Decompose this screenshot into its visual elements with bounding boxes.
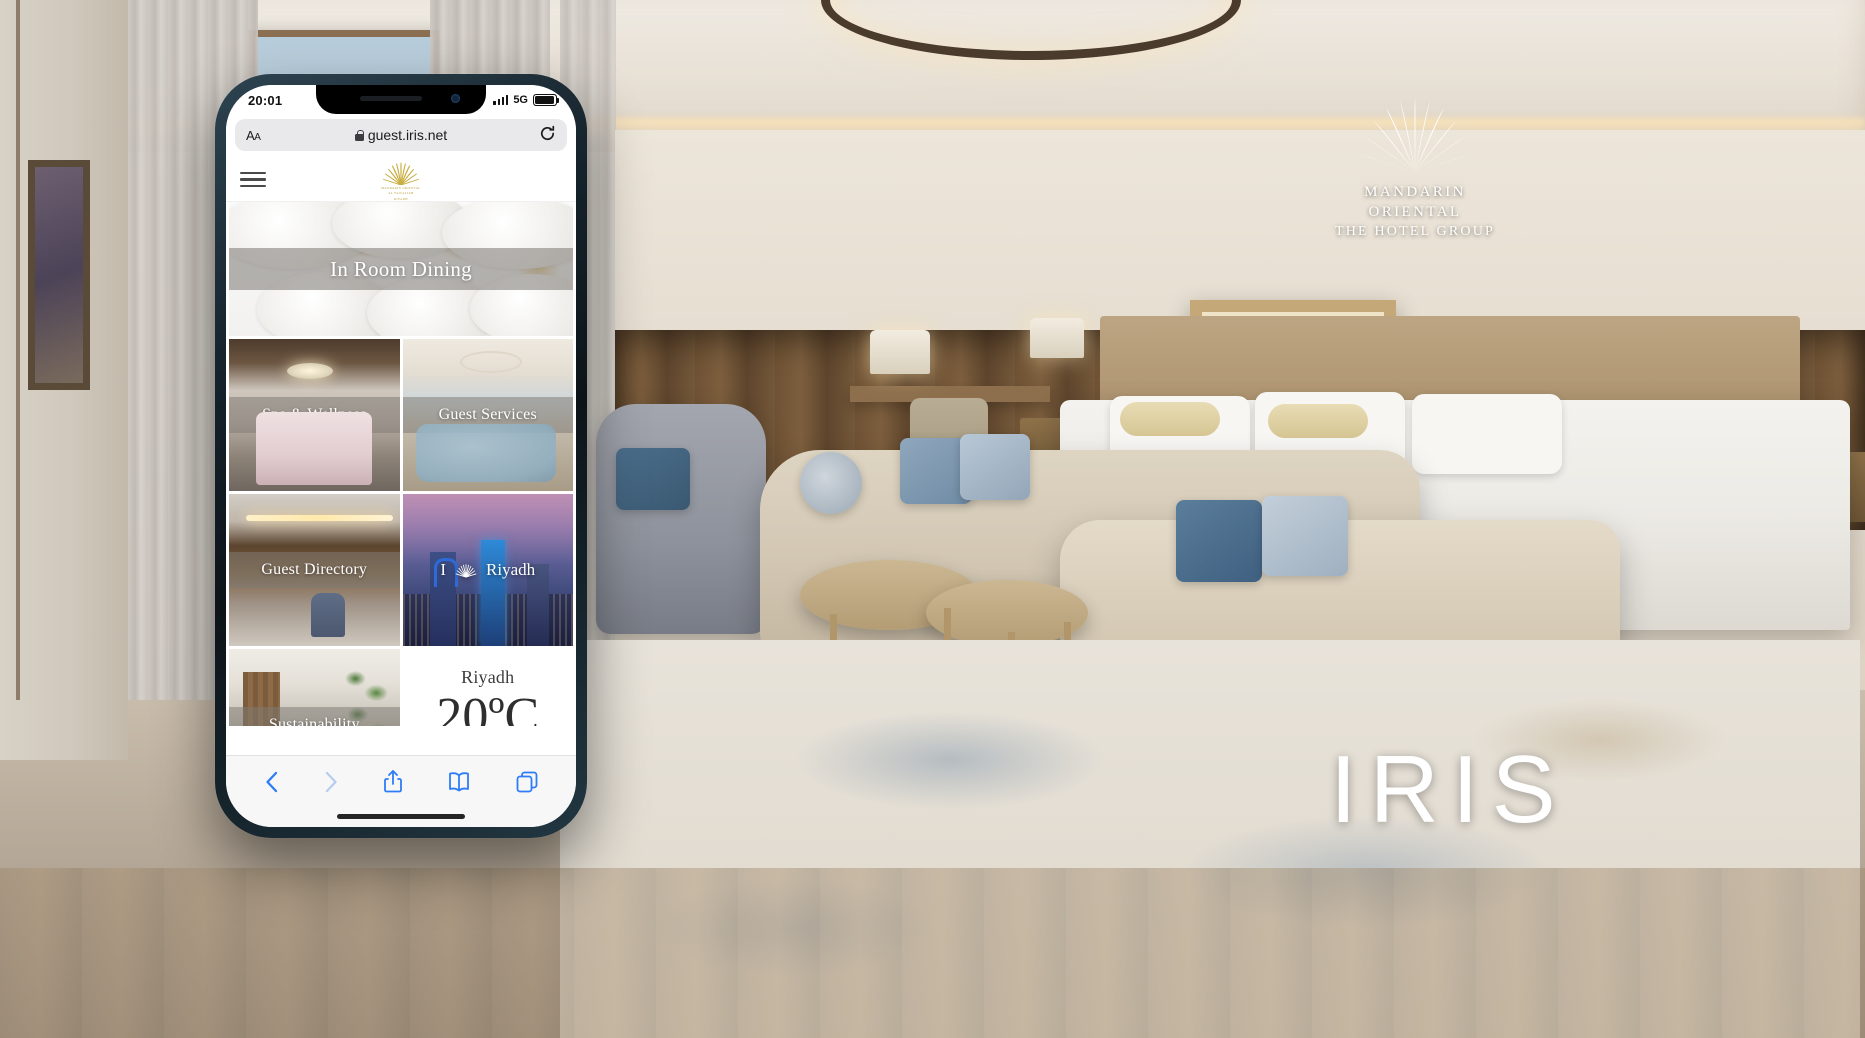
earpiece-speaker [360,96,422,101]
hamburger-menu-icon[interactable] [240,167,266,192]
lock-icon [354,129,364,141]
iris-logo: IRIS [1330,736,1569,843]
network-label: 5G [513,94,528,106]
ceiling-light-ring [820,0,1241,60]
tile-label-spa-wellness: Spa & Wellness [262,406,367,423]
bedside-lamp-left [1030,318,1084,358]
tile-label-guest-directory: Guest Directory [261,561,368,578]
safari-url-bar-container: AA guest.iris.net [226,115,576,158]
tile-grid: Spa & Wellness Guest Services Guest Dire… [226,339,576,726]
reload-icon[interactable] [539,125,556,146]
tile-label-in-room-dining: In Room Dining [330,256,472,281]
tile-label-container: In Room Dining [229,248,573,290]
tile-spa-wellness[interactable]: Spa & Wellness [229,339,400,491]
phone-mockup: 20:01 5G AA guest.iris.net MANDARIN ORIE… [215,74,587,838]
tile-label-riyadh: Riyadh [486,560,536,579]
framed-picture-left [28,160,90,390]
cushion-grey [960,434,1030,500]
desk-lamp [870,330,930,374]
tile-label-container: Spa & Wellness [229,397,400,433]
weather-widget[interactable]: Riyadh 20ºC [402,649,573,726]
mandarin-oriental-fan-icon [1356,98,1474,172]
forward-icon[interactable] [324,770,339,794]
tile-i-love-riyadh[interactable]: I Riyadh [402,494,574,646]
cushion-blue-1 [616,448,690,510]
tile-label-prefix: I [440,560,447,579]
tile-label-guest-services: Guest Services [438,406,537,423]
app-logo-line-2: AL FAISALIAH [388,191,414,196]
bed-pillow-3 [1412,394,1562,474]
wall-trim [16,0,20,700]
safari-url-bar[interactable]: AA guest.iris.net [235,119,567,151]
home-indicator [337,814,465,819]
mandarin-oriental-fan-icon [455,563,477,577]
cushion-round [800,452,862,514]
battery-full-icon [533,94,560,106]
weather-temperature: 20ºC [436,688,540,726]
tabs-icon[interactable] [516,771,538,793]
bed-bolster-2 [1268,404,1368,438]
cushion-blue-4 [1262,496,1348,576]
app-logo-line-3: RIYADH [394,196,408,201]
url-display: guest.iris.net [235,127,567,143]
cushion-blue-3 [1176,500,1262,582]
mo-logo-line-1: MANDARIN ORIENTAL [1364,184,1466,221]
weather-city: Riyadh [461,667,515,688]
app-header: MANDARIN ORIENTAL AL FAISALIAH RIYADH [226,158,576,202]
phone-notch [316,85,486,114]
status-clock: 20:01 [248,92,283,108]
faisaliah-tower [480,539,505,646]
mandarin-oriental-logo: MANDARIN ORIENTAL THE HOTEL GROUP [1330,96,1500,241]
app-content: In Room Dining Spa & Wellness Guest Serv… [226,202,576,726]
share-icon[interactable] [383,769,403,794]
mandarin-oriental-fan-icon [382,162,420,185]
tile-label-container: Sustainability [229,707,400,726]
tile-in-room-dining[interactable]: In Room Dining [229,202,573,336]
back-icon[interactable] [264,770,279,794]
text-size-button[interactable]: AA [246,128,261,143]
tile-label-container: Guest Directory [229,552,400,588]
tile-label-sustainability: Sustainability [268,716,360,726]
wood-floor [0,868,1865,1038]
app-logo[interactable]: MANDARIN ORIENTAL AL FAISALIAH RIYADH [356,162,446,201]
tile-sustainability[interactable]: Sustainability [229,649,400,726]
status-indicators: 5G [493,94,560,106]
armchair [596,404,766,634]
url-text: guest.iris.net [367,127,448,143]
mo-logo-line-2: THE HOTEL GROUP [1334,223,1496,239]
bed-bolster-1 [1120,402,1220,436]
bookmarks-icon[interactable] [447,771,471,793]
tile-label-container: I Riyadh [403,560,574,580]
front-camera [451,94,460,103]
phone-screen: 20:01 5G AA guest.iris.net MANDARIN ORIE… [226,85,576,827]
app-logo-line-1: MANDARIN ORIENTAL [381,186,421,190]
tile-guest-services[interactable]: Guest Services [402,339,573,491]
tile-guest-directory[interactable]: Guest Directory [229,494,400,646]
cellular-signal-icon [493,95,509,105]
tile-label-container: Guest Services [402,397,573,433]
